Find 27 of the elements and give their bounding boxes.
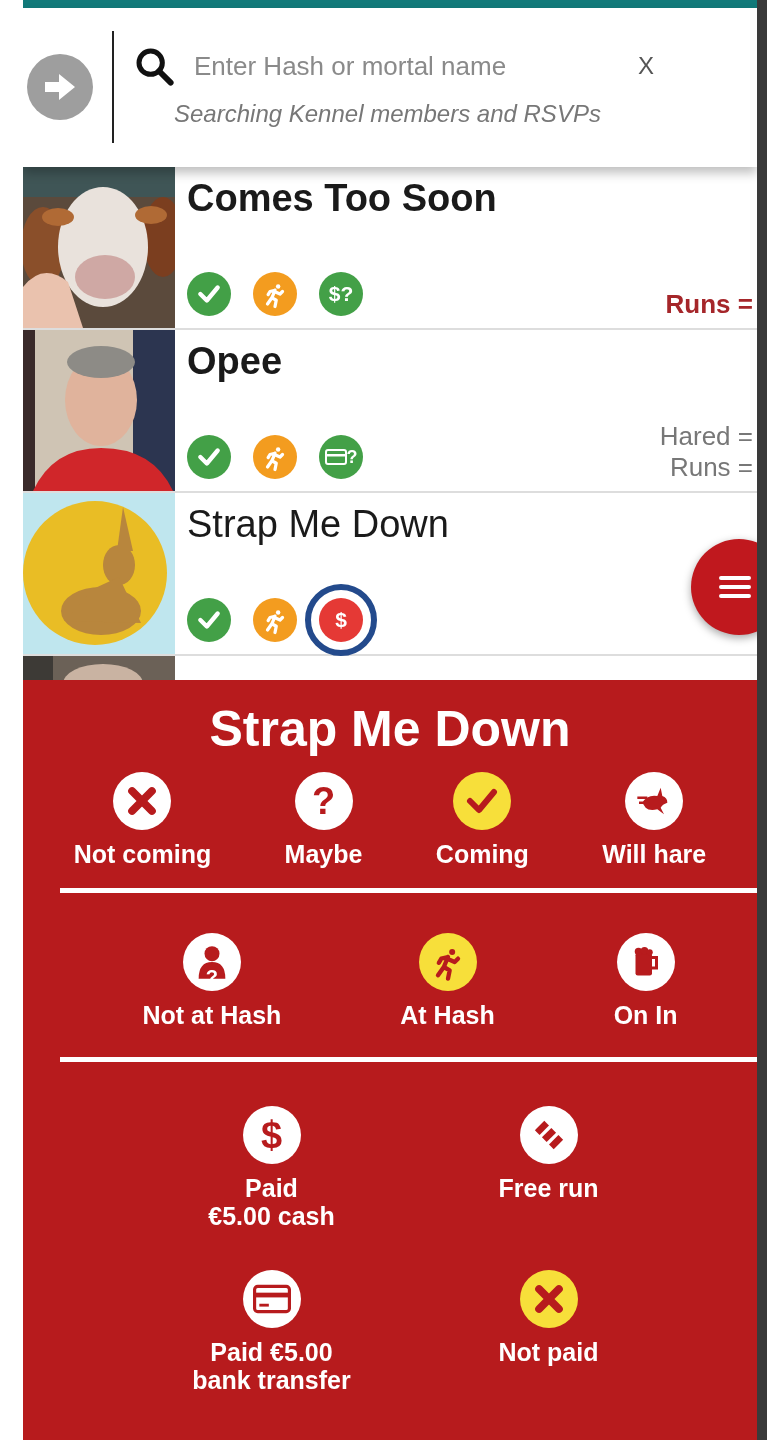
sheet-title: Strap Me Down [208, 700, 572, 758]
payment-icon: $? [319, 272, 363, 316]
option-button[interactable]: Not paid [410, 1270, 687, 1394]
symbol-icon: $ [242, 1106, 301, 1164]
option-button[interactable]: Free run [410, 1106, 687, 1230]
search-hint: Searching Kennel members and RSVPs [174, 100, 602, 129]
stat-label: Hared = [659, 421, 753, 452]
symbol-icon: ? [294, 772, 353, 830]
stat-label: Runs = [669, 452, 753, 483]
option-button[interactable]: Paid €5.00 bank transfer [133, 1270, 410, 1394]
option-button[interactable]: Not coming [73, 772, 212, 868]
card-icon: ? [319, 435, 363, 479]
option-button[interactable]: $ Paid €5.00 cash [133, 1106, 410, 1230]
stat-label: Runs = [665, 289, 753, 320]
member-name[interactable]: Comes Too Soon [187, 177, 757, 220]
member-name[interactable]: Opee [187, 340, 757, 383]
member-name[interactable]: Strap Me Down [187, 503, 757, 546]
option-button[interactable]: ? Maybe [284, 772, 363, 868]
arrow-icon [43, 72, 77, 103]
clear-button[interactable]: X [634, 52, 658, 81]
option-button[interactable]: Coming [435, 772, 529, 868]
menu-icon [719, 575, 751, 599]
option-button[interactable]: Will hare [602, 772, 707, 868]
search-field[interactable]: Enter Hash or mortal name [194, 50, 614, 82]
option-button[interactable]: At Hash [400, 933, 495, 1029]
search-icon [134, 46, 174, 87]
option-button[interactable]: On In [613, 933, 678, 1029]
